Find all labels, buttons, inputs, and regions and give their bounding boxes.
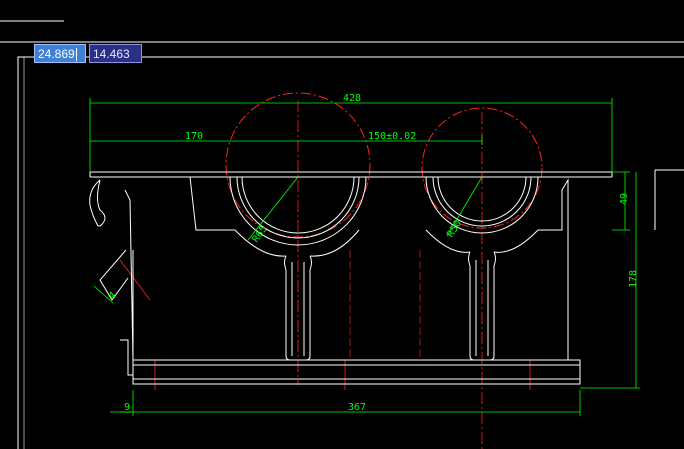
dim-chamfer-note: 4 [107, 290, 119, 302]
side-hole-line [119, 259, 151, 301]
coordinate-x-value: 24.869 [38, 47, 75, 61]
dim-center-span: 150±0.02 [368, 131, 416, 142]
part-outline [89, 171, 613, 385]
coordinate-y-input[interactable]: 14.463 [89, 44, 142, 63]
dim-right-height-small: 49 [619, 193, 630, 205]
dim-right-height-total: 178 [628, 270, 639, 288]
text-caret [75, 48, 77, 62]
coordinate-y-value: 14.463 [93, 47, 130, 61]
dim-left-bore-radius: R65 [250, 224, 269, 245]
dimension-lines [89, 98, 640, 416]
dim-overall-width: 428 [343, 93, 361, 104]
dim-base-width: 367 [348, 402, 366, 413]
dim-left-span: 170 [185, 131, 203, 142]
coordinate-x-input[interactable]: 24.869 [34, 44, 86, 63]
drawing-canvas[interactable]: 428 170 150±0.02 367 9 49 178 R65 R50 4 [0, 0, 684, 449]
dim-base-offset: 9 [124, 402, 130, 413]
